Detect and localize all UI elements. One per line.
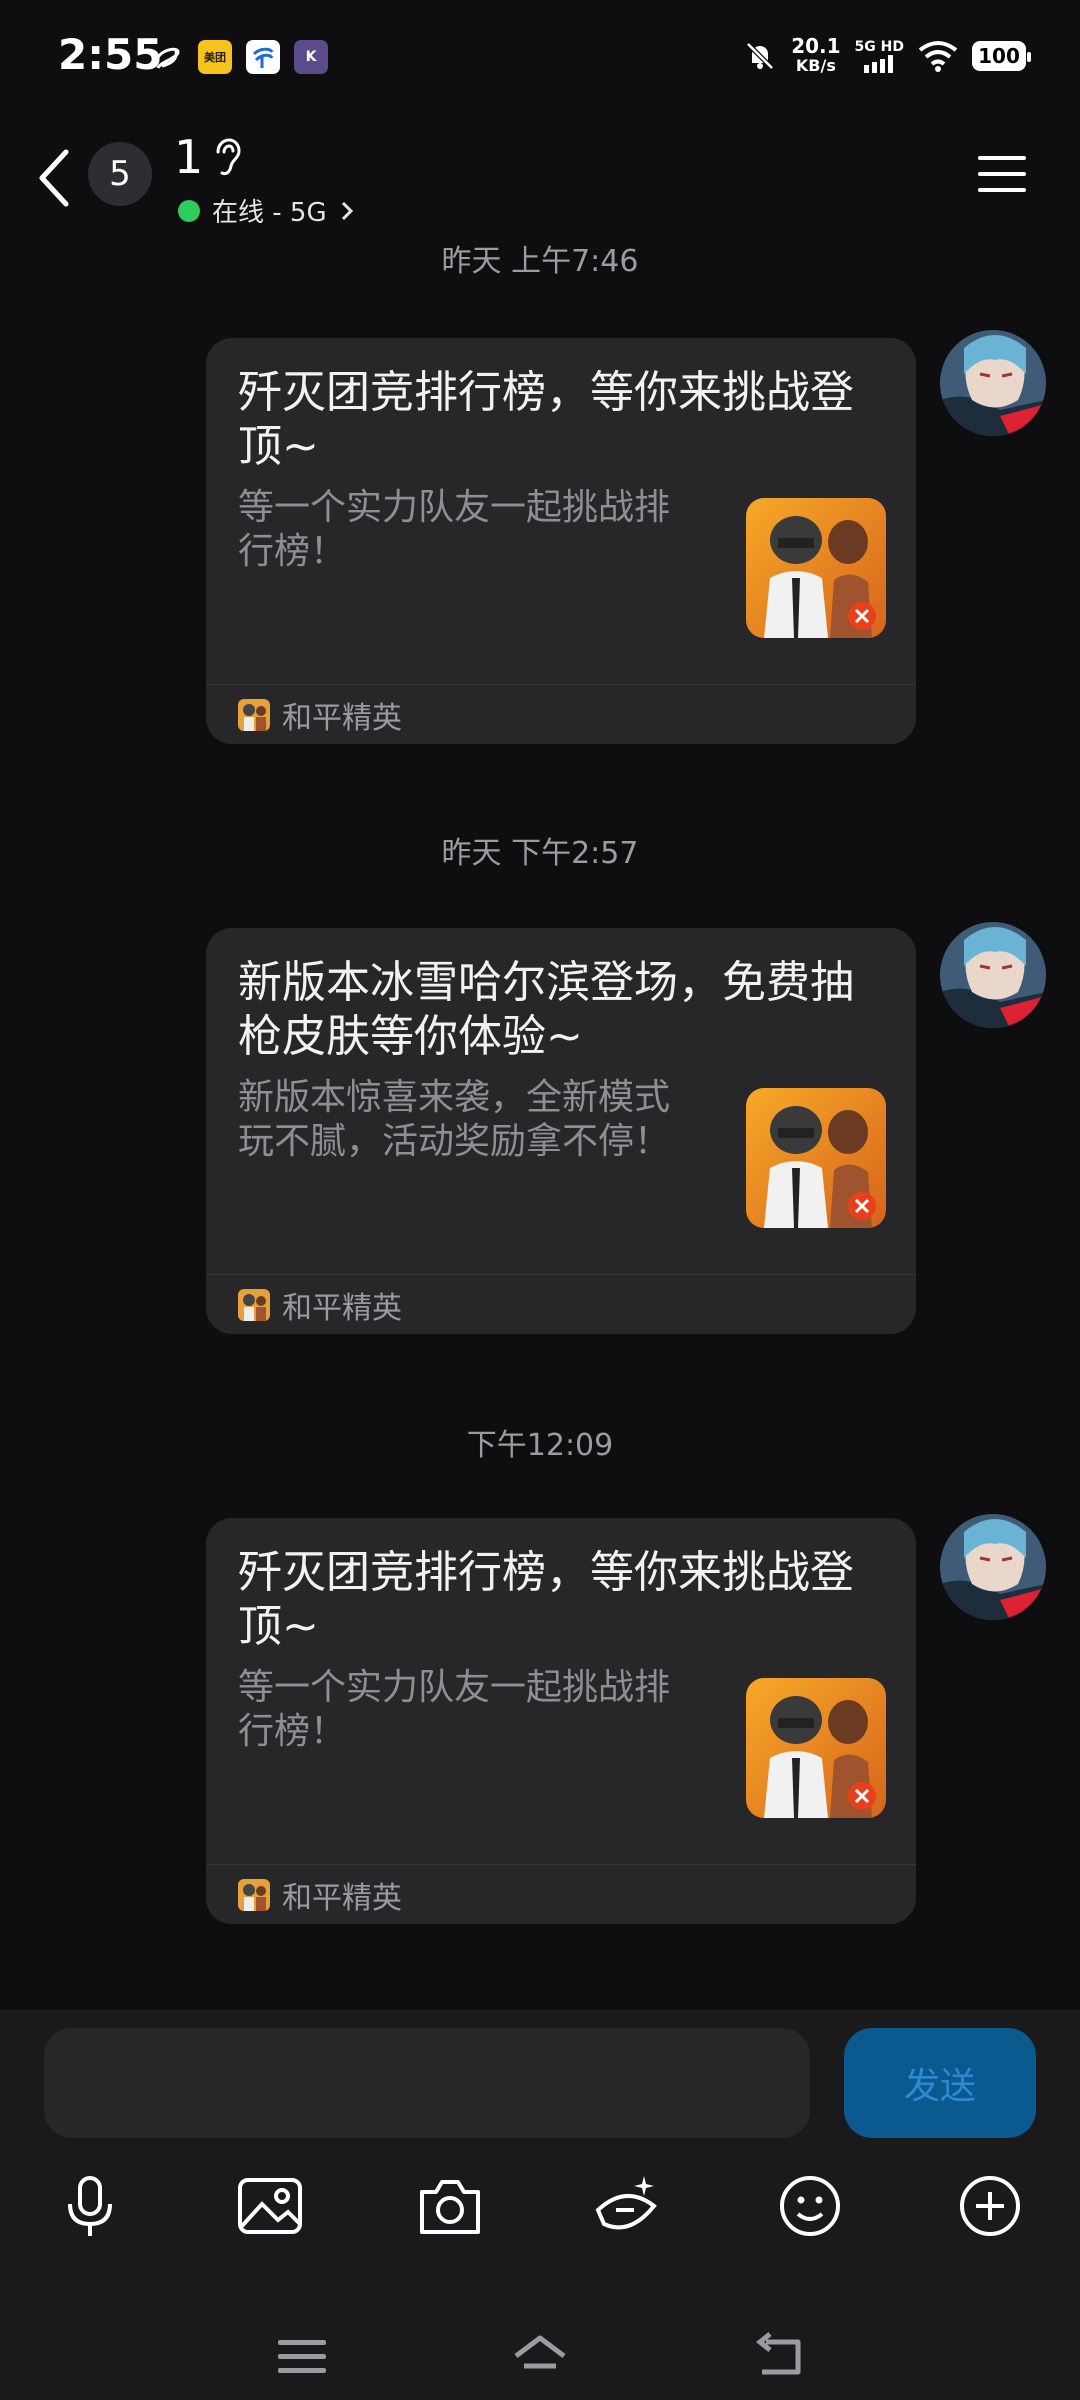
clock: 2:55 xyxy=(58,30,163,79)
card-description: 新版本惊喜来袭，全新模式玩不腻，活动奖励拿不停！ xyxy=(238,1077,671,1162)
status-bar: 2:55 美团 K 20.1 KB/s 5G HD 100 xyxy=(0,0,1080,120)
message-timestamp: 昨天 上午7:46 xyxy=(441,244,639,279)
card-title: 歼灭团竞排行榜，等你来挑战登顶~ xyxy=(238,1547,854,1652)
game-share-card[interactable]: 歼灭团竞排行榜，等你来挑战登顶~ 等一个实力队友一起挑战排行榜！ 和平精英 xyxy=(206,338,916,744)
back-icon[interactable] xyxy=(752,2332,808,2382)
card-source-bar[interactable]: 和平精英 xyxy=(206,1274,916,1334)
cell-signal: 5G HD xyxy=(855,39,904,73)
card-title: 歼灭团竞排行榜，等你来挑战登顶~ xyxy=(238,367,854,472)
microphone-icon[interactable] xyxy=(54,2170,126,2242)
net-speed-unit: KB/s xyxy=(795,56,836,75)
china-telecom-icon xyxy=(246,40,280,74)
peace-elite-logo-icon xyxy=(238,1288,270,1321)
swirl-app-icon xyxy=(154,47,180,69)
card-source-name: 和平精英 xyxy=(282,1290,402,1326)
network-speed: 20.1 KB/s xyxy=(791,36,840,76)
emoji-icon[interactable] xyxy=(774,2170,846,2242)
k-app-icon: K xyxy=(294,40,328,74)
peace-elite-logo-icon xyxy=(238,1878,270,1911)
game-share-card[interactable]: 新版本冰雪哈尔滨登场，免费抽枪皮肤等你体验~ 新版本惊喜来袭，全新模式玩不腻，活… xyxy=(206,928,916,1334)
game-thumbnail-icon xyxy=(746,498,886,638)
card-title: 新版本冰雪哈尔滨登场，免费抽枪皮肤等你体验~ xyxy=(238,957,854,1062)
mute-bell-icon xyxy=(746,42,774,70)
ai-sparkle-icon[interactable] xyxy=(590,2170,662,2242)
game-thumbnail-icon xyxy=(746,1678,886,1818)
online-dot xyxy=(178,199,200,222)
card-source-bar[interactable]: 和平精英 xyxy=(206,1864,916,1924)
avatar[interactable] xyxy=(940,330,1046,436)
meituan-icon: 美团 xyxy=(198,40,232,74)
card-source-bar[interactable]: 和平精英 xyxy=(206,684,916,744)
avatar[interactable] xyxy=(940,922,1046,1028)
battery-indicator: 100 xyxy=(972,41,1031,71)
presence-text: 在线 - 5G xyxy=(212,198,327,228)
net-speed-value: 20.1 xyxy=(791,34,841,58)
camera-icon[interactable] xyxy=(414,2170,486,2242)
network-type: 5G HD xyxy=(854,39,904,55)
ear-icon[interactable] xyxy=(212,138,242,178)
card-source-name: 和平精英 xyxy=(282,1880,402,1916)
game-thumbnail-icon xyxy=(746,1088,886,1228)
avatar[interactable] xyxy=(940,1514,1046,1620)
presence-status[interactable]: 在线 - 5G xyxy=(178,192,355,229)
composer-toolbar xyxy=(0,2170,1080,2260)
signal-bars-icon xyxy=(864,55,894,73)
card-description: 等一个实力队友一起挑战排行榜！ xyxy=(238,1667,671,1752)
system-navigation-bar xyxy=(0,2310,1080,2400)
unread-count-badge[interactable]: 5 xyxy=(88,142,152,206)
message-timestamp: 下午12:09 xyxy=(466,1428,614,1463)
plus-icon[interactable] xyxy=(954,2170,1026,2242)
wifi-icon xyxy=(918,41,958,72)
message-timestamp: 昨天 下午2:57 xyxy=(441,836,639,871)
system-indicators: 20.1 KB/s 5G HD 100 xyxy=(743,36,1031,76)
menu-icon[interactable] xyxy=(274,2332,330,2382)
card-description: 等一个实力队友一起挑战排行榜！ xyxy=(238,487,671,572)
notification-icons: 美团 K xyxy=(150,40,328,74)
back-arrow-icon[interactable] xyxy=(32,146,82,210)
chat-header: 5 1 在线 - 5G xyxy=(0,130,1080,240)
contact-name[interactable]: 1 xyxy=(174,130,203,184)
peace-elite-logo-icon xyxy=(238,698,270,731)
game-share-card[interactable]: 歼灭团竞排行榜，等你来挑战登顶~ 等一个实力队友一起挑战排行榜！ 和平精英 xyxy=(206,1518,916,1924)
message-input[interactable] xyxy=(44,2028,810,2138)
send-button[interactable]: 发送 xyxy=(844,2028,1036,2138)
menu-icon[interactable] xyxy=(976,152,1028,196)
home-icon[interactable] xyxy=(512,2332,568,2382)
chevron-right-icon xyxy=(341,201,353,220)
image-icon[interactable] xyxy=(234,2170,306,2242)
card-source-name: 和平精英 xyxy=(282,700,402,736)
composer-panel: 发送 xyxy=(0,2010,1080,2400)
